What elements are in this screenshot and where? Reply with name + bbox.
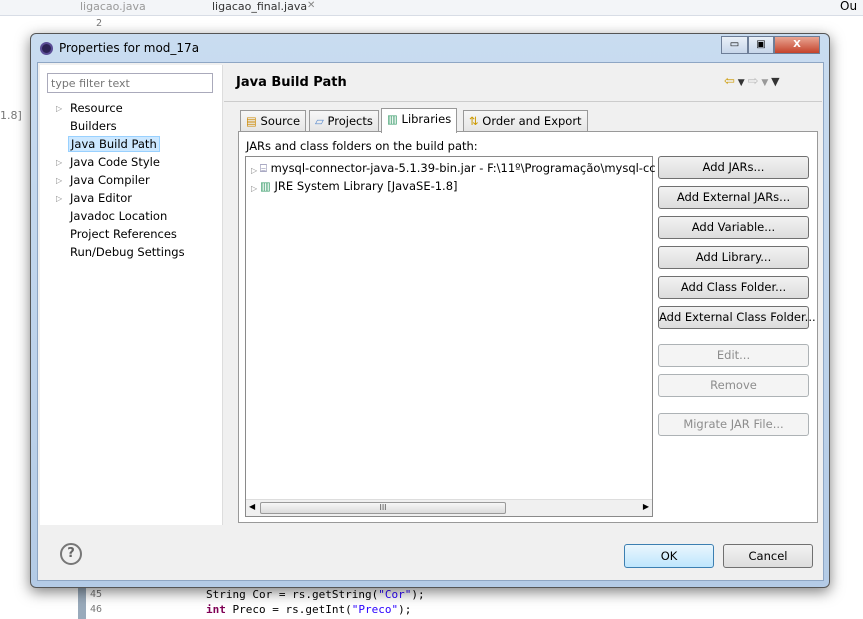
separator	[224, 101, 822, 102]
tree-item-builders[interactable]: Builders	[68, 118, 119, 134]
code-line: int Preco = rs.getInt("Preco");	[206, 603, 412, 616]
close-tab-icon[interactable]: ✕	[307, 0, 315, 11]
tree-item-run-debug-settings[interactable]: Run/Debug Settings	[68, 244, 187, 260]
tree-item-java-compiler[interactable]: Java Compiler	[68, 172, 152, 188]
dialog-title: Properties for mod_17a	[59, 41, 200, 55]
add-jars-button[interactable]: Add JARs...	[658, 156, 809, 179]
maximize-button[interactable]: ▣	[748, 36, 774, 54]
line-number: 45	[90, 589, 103, 600]
category-tree: ▷ Resource Builders Java Build Path ▷ Ja…	[40, 65, 223, 525]
page-area: Java Build Path ⇦ ▼ ⇨ ▼ ▼ ▤ Source ▱ Pro…	[224, 65, 822, 525]
button-bar: ? OK Cancel	[40, 528, 821, 578]
library-icon: ▥	[260, 179, 275, 193]
view-menu-icon[interactable]: ▼	[771, 75, 779, 88]
forward-menu-icon[interactable]: ▼	[758, 78, 771, 88]
editor-fragment: 1.8]	[0, 109, 22, 122]
expand-icon[interactable]: ▷	[56, 176, 62, 185]
scroll-thumb[interactable]: III	[260, 502, 506, 514]
build-path-list[interactable]: ▷ ⌸ mysql-connector-java-5.1.39-bin.jar …	[245, 156, 656, 517]
editor-tab[interactable]: ligacao.java	[80, 0, 146, 13]
remove-button[interactable]: Remove	[658, 374, 809, 397]
scroll-left-icon[interactable]: ◀	[249, 502, 255, 511]
line-number: 46	[90, 604, 103, 615]
folder-icon: ▱	[315, 114, 328, 128]
tree-item-java-code-style[interactable]: Java Code Style	[68, 154, 162, 170]
libraries-panel: JARs and class folders on the build path…	[238, 131, 818, 523]
nav-controls: ⇦ ▼ ⇨ ▼ ▼	[724, 74, 780, 89]
add-external-class-folder-button[interactable]: Add External Class Folder...	[658, 306, 816, 329]
tab-order-and-export[interactable]: ⇅ Order and Export	[463, 110, 588, 132]
tab-libraries[interactable]: ▥ Libraries	[381, 108, 458, 133]
ruler	[78, 588, 86, 619]
editor-tab-active[interactable]: ligacao_final.java	[212, 0, 307, 13]
tree-item-java-editor[interactable]: Java Editor	[68, 190, 134, 206]
add-variable-button[interactable]: Add Variable...	[658, 216, 809, 239]
jar-icon: ⌸	[260, 161, 271, 175]
filter-input[interactable]	[47, 73, 213, 93]
tree-item-java-build-path[interactable]: Java Build Path	[68, 136, 160, 152]
migrate-jar-button[interactable]: Migrate JAR File...	[658, 413, 809, 436]
library-icon: ▥	[387, 112, 402, 126]
horizontal-scrollbar[interactable]: ◀ III ▶	[246, 499, 652, 516]
order-icon: ⇅	[469, 114, 483, 128]
properties-dialog: Properties for mod_17a ▭ ▣ X ▷ Resource …	[30, 33, 830, 588]
tree-item-resource[interactable]: Resource	[68, 100, 125, 116]
title-bar[interactable]: Properties for mod_17a ▭ ▣ X	[31, 34, 829, 62]
back-arrow-icon[interactable]: ⇦	[724, 74, 735, 89]
list-label: JARs and class folders on the build path…	[246, 139, 478, 153]
forward-arrow-icon[interactable]: ⇨	[748, 74, 759, 89]
line-number: 2	[96, 18, 103, 29]
list-item[interactable]: ⌸ mysql-connector-java-5.1.39-bin.jar - …	[260, 161, 656, 176]
tree-item-javadoc-location[interactable]: Javadoc Location	[68, 208, 169, 224]
editor-tab-bar: ligacao.java ligacao_final.java ✕	[0, 0, 863, 16]
outline-view-label[interactable]: Ou	[840, 0, 857, 13]
expand-icon[interactable]: ▷	[56, 158, 62, 167]
expand-icon[interactable]: ▷	[56, 104, 62, 113]
eclipse-icon	[40, 42, 53, 55]
expand-icon[interactable]: ▷	[56, 194, 62, 203]
add-external-jars-button[interactable]: Add External JARs...	[658, 186, 809, 209]
help-icon[interactable]: ?	[60, 543, 82, 565]
minimize-button[interactable]: ▭	[721, 36, 748, 54]
list-item[interactable]: ▥ JRE System Library [JavaSE-1.8]	[260, 179, 458, 193]
edit-button[interactable]: Edit...	[658, 344, 809, 367]
ok-button[interactable]: OK	[624, 544, 714, 568]
expand-icon[interactable]: ▷	[251, 166, 257, 175]
source-folder-icon: ▤	[246, 114, 261, 128]
expand-icon[interactable]: ▷	[251, 184, 257, 193]
back-menu-icon[interactable]: ▼	[735, 78, 748, 88]
tab-projects[interactable]: ▱ Projects	[309, 110, 379, 132]
scroll-right-icon[interactable]: ▶	[643, 502, 649, 511]
code-line: String Cor = rs.getString("Cor");	[206, 588, 425, 601]
dialog-body: ▷ Resource Builders Java Build Path ▷ Ja…	[37, 62, 824, 581]
tree-item-project-references[interactable]: Project References	[68, 226, 179, 242]
cancel-button[interactable]: Cancel	[723, 544, 813, 568]
close-button[interactable]: X	[774, 36, 820, 54]
tab-source[interactable]: ▤ Source	[240, 110, 307, 132]
add-class-folder-button[interactable]: Add Class Folder...	[658, 276, 809, 299]
page-title: Java Build Path	[236, 75, 347, 90]
add-library-button[interactable]: Add Library...	[658, 246, 809, 269]
